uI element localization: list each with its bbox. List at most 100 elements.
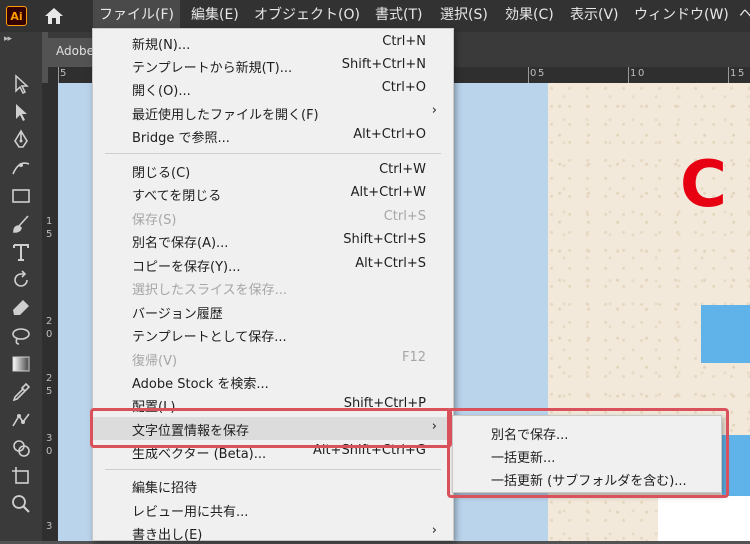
menu-item-label: 別名で保存(A)... [132, 236, 229, 251]
curvature-tool-icon[interactable] [9, 156, 33, 180]
blue-rectangle-shape [701, 305, 750, 363]
menu-item-invite-to-edit[interactable]: 編集に招待 [93, 474, 453, 497]
ruler-label: 1 [46, 216, 53, 227]
ruler-label: 1 [730, 68, 737, 79]
ruler-label: 5 [738, 68, 745, 79]
ruler-label: 5 [46, 229, 53, 240]
submenu-arrow-icon: › [431, 523, 437, 538]
menu-item-save-as-template[interactable]: テンプレートとして保存... [93, 323, 453, 346]
menu-item-label: テンプレートから新規(T)... [132, 61, 293, 76]
menu-item-revert: 復帰(V) F12 [93, 347, 453, 370]
ruler-label: 0 [46, 446, 53, 457]
menu-item-close[interactable]: 閉じる(C) Ctrl+W [93, 159, 453, 182]
menu-item-save: 保存(S) Ctrl+S [93, 206, 453, 229]
menu-item-shortcut: Ctrl+N [382, 34, 426, 49]
white-rectangle-shape [658, 496, 750, 541]
lasso-tool-icon[interactable] [9, 324, 33, 348]
type-tool-icon[interactable] [9, 240, 33, 264]
menu-item-browse-bridge[interactable]: Bridge で参照... Alt+Ctrl+O [93, 124, 453, 147]
ruler-tick [58, 67, 59, 83]
menu-item-open[interactable]: 開く(O)... Ctrl+O [93, 77, 453, 100]
menu-item-label: 新規(N)... [132, 38, 191, 53]
rectangle-tool-icon[interactable] [9, 184, 33, 208]
menu-item-close-all[interactable]: すべてを閉じる Alt+Ctrl+W [93, 182, 453, 205]
document-tab[interactable]: Adobe [48, 38, 98, 67]
ruler-tick [528, 67, 529, 83]
menu-item-shortcut: Shift+Ctrl+S [343, 232, 426, 247]
menu-item-label: テンプレートとして保存... [132, 330, 287, 345]
red-letter-graphic: C [680, 148, 727, 222]
menu-effect[interactable]: 効果(C) [499, 0, 560, 32]
direct-selection-tool-icon[interactable] [9, 100, 33, 124]
menu-item-save-copy[interactable]: コピーを保存(Y)... Alt+Ctrl+S [93, 253, 453, 276]
file-menu-dropdown: 新規(N)... Ctrl+N テンプレートから新規(T)... Shift+Ctr… [92, 28, 454, 543]
puppet-warp-tool-icon[interactable] [9, 408, 33, 432]
menu-item-label: 復帰(V) [132, 354, 178, 369]
menu-item-share-for-review[interactable]: レビュー用に共有... [93, 498, 453, 521]
home-icon[interactable] [43, 6, 65, 26]
menu-item-label: コピーを保存(Y)... [132, 260, 241, 275]
ruler-label: 5 [46, 386, 53, 397]
menu-item-open-recent[interactable]: 最近使用したファイルを開く(F) › [93, 101, 453, 124]
menu-item-search-adobe-stock[interactable]: Adobe Stock を検索... [93, 370, 453, 393]
ruler-label: 0 [46, 329, 53, 340]
submenu-arrow-icon: › [431, 103, 437, 118]
menu-item-shortcut: Alt+Ctrl+O [353, 127, 426, 142]
illustrator-logo: Ai [6, 6, 27, 26]
menu-window[interactable]: ウィンドウ(W) [628, 0, 735, 32]
menu-item-label: Bridge で参照... [132, 131, 230, 146]
vertical-ruler[interactable]: 1 5 2 0 2 5 3 0 3 [42, 83, 58, 541]
menu-item-label: Adobe Stock を検索... [132, 377, 269, 392]
ruler-label: 3 [46, 521, 53, 532]
paintbrush-tool-icon[interactable] [9, 212, 33, 236]
ruler-label: 1 [630, 68, 637, 79]
menu-item-version-history[interactable]: バージョン履歴 [93, 300, 453, 323]
ruler-label: 3 [46, 433, 53, 444]
menu-item-label: 書き出し(E) [132, 528, 203, 543]
menu-item-label: すべてを閉じる [132, 189, 222, 204]
menu-item-save-selected-slices: 選択したスライスを保存... [93, 276, 453, 299]
highlight-outline-submenu [447, 408, 729, 498]
zoom-tool-icon[interactable] [9, 492, 33, 516]
menu-item-new-from-template[interactable]: テンプレートから新規(T)... Shift+Ctrl+N [93, 54, 453, 77]
menu-help-overflow[interactable]: ヘ [733, 0, 750, 32]
ruler-label: 5 [538, 68, 545, 79]
rotate-tool-icon[interactable] [9, 268, 33, 292]
menu-item-shortcut: Alt+Ctrl+W [350, 185, 426, 200]
ruler-label: 0 [530, 68, 537, 79]
eraser-tool-icon[interactable] [9, 296, 33, 320]
eyedropper-tool-icon[interactable] [9, 380, 33, 404]
panel-grip-icon[interactable]: ▸▸ [4, 34, 12, 44]
ruler-tick [728, 67, 729, 83]
menu-item-save-as[interactable]: 別名で保存(A)... Shift+Ctrl+S [93, 229, 453, 252]
ruler-label: 2 [46, 316, 53, 327]
highlight-outline-menu-item [90, 408, 452, 448]
menu-item-label: 保存(S) [132, 213, 177, 228]
menu-item-label: 開く(O)... [132, 84, 191, 99]
pen-tool-icon[interactable] [9, 128, 33, 152]
menu-item-label: 選択したスライスを保存... [132, 283, 288, 298]
ruler-label: 2 [46, 373, 53, 384]
menu-item-shortcut: Alt+Ctrl+S [355, 256, 426, 271]
menu-item-label: レビュー用に共有... [132, 505, 249, 520]
menu-separator [105, 469, 441, 470]
tools-panel: ▸▸ [0, 32, 42, 541]
menu-separator [105, 153, 441, 154]
menu-item-label: 閉じる(C) [132, 166, 191, 181]
gradient-tool-icon[interactable] [9, 352, 33, 376]
menu-item-shortcut: Ctrl+W [379, 162, 426, 177]
menu-item-shortcut: Ctrl+O [381, 80, 426, 95]
shape-builder-tool-icon[interactable] [9, 436, 33, 460]
artboard-tool-icon[interactable] [9, 464, 33, 488]
menu-item-label: 最近使用したファイルを開く(F) [132, 108, 319, 123]
menu-view[interactable]: 表示(V) [564, 0, 625, 32]
menu-item-new[interactable]: 新規(N)... Ctrl+N [93, 31, 453, 54]
ruler-label: 5 [60, 68, 67, 79]
ruler-label: 0 [638, 68, 645, 79]
menu-item-shortcut: Ctrl+S [383, 209, 426, 224]
menu-item-label: バージョン履歴 [132, 307, 223, 322]
selection-tool-icon[interactable] [9, 72, 33, 96]
menu-item-shortcut: Shift+Ctrl+N [341, 57, 426, 72]
ruler-tick [628, 67, 629, 83]
menu-item-shortcut: F12 [401, 350, 426, 365]
